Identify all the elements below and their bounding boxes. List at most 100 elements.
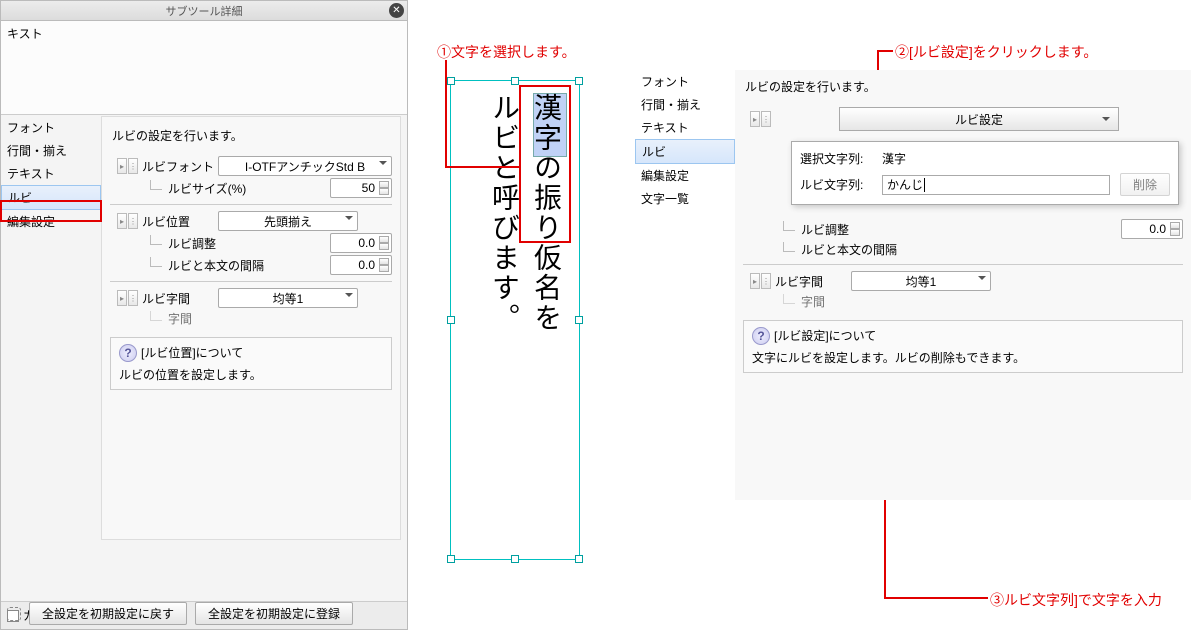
label-ruby-adjust: ルビ調整 (168, 235, 240, 252)
tree-elbow-icon (783, 294, 795, 304)
divider (110, 204, 392, 205)
spin-down-icon[interactable] (379, 188, 389, 195)
resize-handle-icon[interactable] (575, 77, 583, 85)
divider (743, 264, 1183, 265)
row-ruby-spacing: ▸⋮ ルビ字間 均等1 (110, 288, 392, 308)
delete-button[interactable]: 削除 (1120, 173, 1170, 196)
sidebar-item-list[interactable]: 文字一覧 (635, 187, 735, 210)
sidebar-item-edit[interactable]: 編集設定 (1, 210, 101, 233)
resize-handle-icon[interactable] (511, 555, 519, 563)
spin-up-icon[interactable] (1170, 222, 1180, 229)
help-title: [ルビ位置]について (141, 346, 243, 360)
drag-handle-icon[interactable]: ▸ (750, 273, 760, 289)
drag-handle-icon[interactable]: ▸ (117, 158, 127, 174)
resize-handle-icon[interactable] (447, 555, 455, 563)
sidebar-item-text[interactable]: テキスト (635, 116, 735, 139)
section-description: ルビの設定を行います。 (110, 123, 392, 154)
annotation-1: ①文字を選択します。 (437, 42, 576, 62)
sidebar-item-font[interactable]: フォント (1, 116, 101, 139)
drag-handle-icon[interactable]: ▸ (117, 213, 127, 229)
ruby-gap-spinner[interactable]: 0.0 (330, 255, 392, 275)
label-ruby-spacing: ルビ字間 (775, 273, 847, 290)
tab-text[interactable]: キスト (7, 27, 43, 41)
drag-handle-icon[interactable]: ⋮ (761, 273, 771, 289)
section-description: ルビの設定を行います。 (743, 74, 1183, 105)
sidebar-item-edit[interactable]: 編集設定 (635, 164, 735, 187)
row-ruby-spacing2: ▸⋮ ルビ字間 均等1 (743, 271, 1183, 291)
resize-handle-icon[interactable] (575, 316, 583, 324)
drag-handle-icon[interactable]: ⋮ (128, 290, 138, 306)
row-ruby-string: ルビ文字列: かんじ 削除 (800, 173, 1170, 196)
spin-down-icon[interactable] (1170, 229, 1180, 236)
ruby-settings-button[interactable]: ルビ設定 (839, 107, 1119, 131)
text-sample-frame[interactable]: 漢字の振り仮名を ルビと呼びます。 (450, 80, 580, 560)
divider (110, 281, 392, 282)
register-defaults-button[interactable]: 全設定を初期設定に登録 (195, 602, 353, 625)
close-icon[interactable]: ✕ (389, 3, 404, 18)
ruby-adjust-spinner[interactable]: 0.0 (1121, 219, 1183, 239)
ruby-font-dropdown[interactable]: I-OTFアンチックStd B (218, 156, 392, 176)
spin-down-icon[interactable] (379, 265, 389, 272)
ruby-size-spinner[interactable]: 50 (330, 178, 392, 198)
tree-elbow-icon (783, 221, 795, 231)
vertical-text-line-1[interactable]: 漢字の振り仮名を (525, 93, 565, 547)
row-ruby-gap: ルビと本文の間隔 0.0 (110, 255, 392, 275)
label-char-spacing: 字間 (801, 293, 873, 310)
text-cursor-icon (924, 178, 925, 192)
tree-elbow-icon (150, 257, 162, 267)
drag-handle-icon[interactable]: ▸ (117, 290, 127, 306)
help-body: 文字にルビを設定します。ルビの削除もできます。 (752, 349, 1174, 366)
ruby-string-input[interactable]: かんじ (882, 175, 1110, 195)
spin-down-icon[interactable] (379, 243, 389, 250)
label-ruby-size: ルビサイズ(%) (168, 180, 248, 197)
label-char-spacing: 字間 (168, 310, 240, 327)
property-area: ルビの設定を行います。 ▸⋮ ルビフォント I-OTFアンチックStd B ルビ… (101, 116, 401, 540)
help-title: [ルビ設定]について (774, 329, 876, 343)
sidebar-item-align[interactable]: 行間・揃え (635, 93, 735, 116)
help-body: ルビの位置を設定します。 (119, 366, 383, 383)
help-icon: ? (752, 327, 770, 345)
resize-handle-icon[interactable] (447, 77, 455, 85)
spin-up-icon[interactable] (379, 181, 389, 188)
tree-elbow-icon (150, 180, 162, 190)
spin-up-icon[interactable] (379, 258, 389, 265)
chevron-down-icon (379, 161, 387, 169)
ruby-spacing-dropdown[interactable]: 均等1 (218, 288, 358, 308)
row-ruby-gap2: ルビと本文の間隔 (743, 241, 1183, 258)
vertical-text-line-2[interactable]: ルビと呼びます。 (483, 93, 523, 547)
chevron-down-icon (345, 293, 353, 301)
resize-handle-icon[interactable] (575, 555, 583, 563)
drag-handle-icon[interactable]: ▸ (750, 111, 760, 127)
label-ruby-gap: ルビと本文の間隔 (168, 257, 278, 274)
sidebar-item-align[interactable]: 行間・揃え (1, 139, 101, 162)
annotation-2: ②[ルビ設定]をクリックします。 (895, 42, 1097, 62)
row-char-spacing2: 字間 (743, 293, 1183, 310)
row-ruby-adjust: ルビ調整 0.0 (110, 233, 392, 253)
label-ruby-gap: ルビと本文の間隔 (801, 241, 911, 258)
ruby-pos-dropdown[interactable]: 先頭揃え (218, 211, 358, 231)
row-ruby-font: ▸⋮ ルビフォント I-OTFアンチックStd B (110, 156, 392, 176)
label-ruby-spacing: ルビ字間 (142, 290, 214, 307)
sidebar-item-text[interactable]: テキスト (1, 162, 101, 185)
tree-elbow-icon (150, 311, 162, 321)
drag-handle-icon[interactable]: ⋮ (128, 213, 138, 229)
spin-up-icon[interactable] (379, 236, 389, 243)
label-ruby-font: ルビフォント (142, 158, 214, 175)
ruby-spacing-dropdown[interactable]: 均等1 (851, 271, 991, 291)
annotation-line-1 (445, 60, 447, 166)
chevron-down-icon (978, 276, 986, 284)
selected-text-value: 漢字 (882, 150, 1170, 167)
annotation-line-2b (877, 50, 893, 52)
ruby-adjust-spinner[interactable]: 0.0 (330, 233, 392, 253)
reset-defaults-button[interactable]: 全設定を初期設定に戻す (29, 602, 187, 625)
resize-handle-icon[interactable] (511, 77, 519, 85)
row-selected-text: 選択文字列: 漢字 (800, 150, 1170, 167)
resize-handle-icon[interactable] (447, 316, 455, 324)
drag-handle-icon[interactable]: ⋮ (128, 158, 138, 174)
sidebar-item-ruby[interactable]: ルビ (1, 185, 101, 210)
drag-handle-icon[interactable]: ⋮ (761, 111, 771, 127)
property-area-right: ルビの設定を行います。 ▸⋮ ルビ設定 選択文字列: 漢字 ルビ文字列: かんじ… (735, 70, 1191, 500)
sidebar-item-font[interactable]: フォント (635, 70, 735, 93)
sidebar-item-ruby[interactable]: ルビ (635, 139, 735, 164)
chevron-down-icon (1102, 117, 1110, 125)
